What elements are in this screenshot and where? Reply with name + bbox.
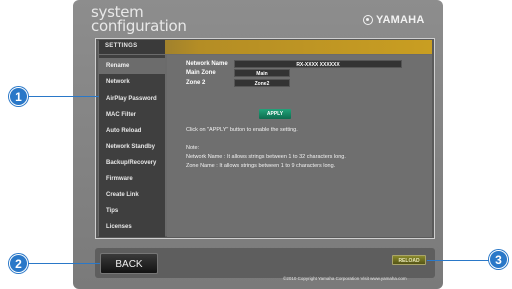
- sidebar-item-create-link[interactable]: Create Link: [99, 187, 165, 203]
- instruction-text: Click on "APPLY" button to enable the se…: [186, 127, 298, 133]
- callout-2-line: [28, 263, 100, 264]
- content-area: [167, 55, 432, 237]
- network-name-label: Network Name: [186, 61, 228, 67]
- sidebar-item-firmware[interactable]: Firmware: [99, 171, 165, 187]
- sidebar-item-network[interactable]: Network: [99, 74, 165, 90]
- sidebar-item-network-standby[interactable]: Network Standby: [99, 139, 165, 155]
- page-title: system configuration: [91, 5, 211, 35]
- callout-1-line: [28, 96, 99, 97]
- zone2-field[interactable]: Zone2: [234, 79, 290, 87]
- sidebar-item-auto-reload[interactable]: Auto Reload: [99, 123, 165, 139]
- main-zone-label: Main Zone: [186, 70, 216, 76]
- title-line-2: configuration: [91, 17, 187, 35]
- callout-3-badge: 3: [489, 250, 508, 269]
- sidebar-item-backup-recovery[interactable]: Backup/Recovery: [99, 155, 165, 171]
- note-title: Note:: [186, 145, 200, 151]
- note-network-name: Network Name : It allows strings between…: [186, 154, 346, 160]
- copyright-text: ©2010 Copyright Yamaha Corporation Visit…: [283, 276, 407, 281]
- apply-button[interactable]: APPLY: [259, 109, 291, 119]
- callout-2-badge: 2: [9, 254, 28, 273]
- callout-3-line: [427, 260, 489, 261]
- sidebar-item-licenses[interactable]: Licenses: [99, 219, 165, 235]
- note-zone-name: Zone Name : It allows strings between 1 …: [186, 163, 336, 169]
- brand-name: YAMAHA: [376, 14, 425, 26]
- brand-logo: YAMAHA: [363, 14, 424, 26]
- sidebar-item-mac-filter[interactable]: MAC Filter: [99, 107, 165, 123]
- reload-button[interactable]: RELOAD: [392, 255, 426, 265]
- network-name-field[interactable]: RX-XXXX XXXXXX: [234, 60, 402, 68]
- sidebar-item-rename[interactable]: Rename: [99, 58, 165, 74]
- back-button[interactable]: BACK: [100, 253, 158, 274]
- yamaha-tuning-fork-icon: [363, 15, 373, 25]
- main-zone-field[interactable]: Main: [234, 69, 290, 77]
- sidebar-item-airplay-password[interactable]: AirPlay Password: [99, 91, 165, 107]
- sidebar-item-tips[interactable]: Tips: [99, 203, 165, 219]
- zone2-label: Zone 2: [186, 80, 206, 86]
- callout-1-badge: 1: [9, 87, 28, 106]
- settings-tab: SETTINGS: [99, 40, 165, 54]
